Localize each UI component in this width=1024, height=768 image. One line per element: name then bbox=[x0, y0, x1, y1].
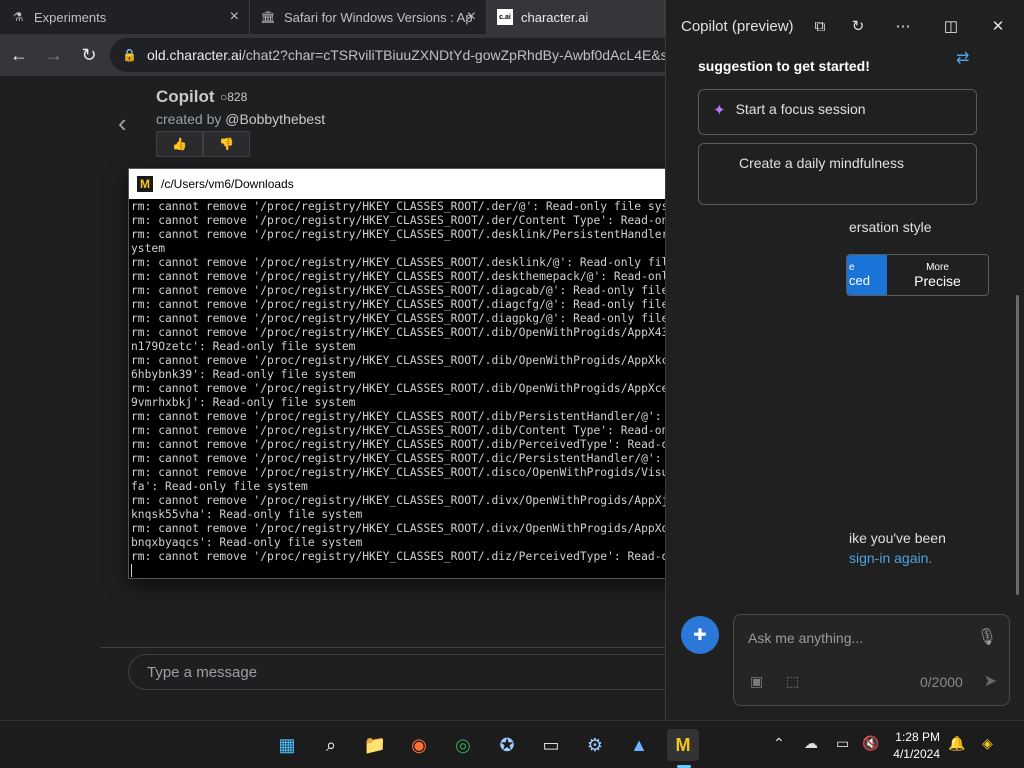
message-placeholder: Type a message bbox=[147, 663, 258, 681]
style-balanced-top: e bbox=[849, 262, 855, 273]
screenshot-icon[interactable]: ⬚ bbox=[786, 673, 799, 690]
new-topic-button[interactable]: ✚ bbox=[681, 616, 719, 654]
search-icon[interactable]: ⌕ bbox=[315, 729, 347, 761]
msys-logo-icon: M bbox=[137, 176, 153, 192]
tab-label: Safari for Windows Versions : Ap bbox=[284, 9, 473, 25]
char-count: 0/2000 bbox=[920, 674, 963, 690]
msys-icon[interactable]: M bbox=[667, 729, 699, 761]
tab-label: character.ai bbox=[521, 9, 589, 25]
copilot-scrollbar[interactable] bbox=[1016, 295, 1019, 595]
creator-name[interactable]: @Bobbythebest bbox=[225, 111, 325, 127]
chat-count: ○828 bbox=[220, 90, 247, 104]
created-by-label: created by bbox=[156, 111, 222, 127]
browser-tab-strip: ⚗ Experiments × 🏛 Safari for Windows Ver… bbox=[0, 0, 665, 34]
close-icon[interactable]: × bbox=[467, 8, 476, 26]
thumbs-down-button[interactable]: 👎 bbox=[203, 131, 250, 157]
open-external-icon[interactable]: ⧉ bbox=[808, 14, 832, 38]
archive-icon: 🏛 bbox=[260, 10, 276, 24]
copilot-panel: Copilot (preview) ⧉ ↻ ⋯ ◫ ✕ suggestion t… bbox=[665, 0, 1024, 720]
windows-start-icon[interactable]: ▦ bbox=[271, 729, 303, 761]
signin-link[interactable]: sign-in again. bbox=[849, 548, 946, 568]
volume-muted-icon[interactable]: 🔇 bbox=[862, 735, 879, 752]
image-icon[interactable]: ▣ bbox=[750, 673, 763, 690]
flask-icon: ⚗ bbox=[12, 10, 24, 24]
tab-safari-versions[interactable]: 🏛 Safari for Windows Versions : Ap × bbox=[250, 0, 487, 34]
microphone-icon[interactable]: 🎙 bbox=[977, 627, 997, 647]
copilot-title: Copilot (preview) bbox=[681, 18, 794, 35]
thumbs-up-icon: 👍 bbox=[172, 137, 187, 151]
firefox-icon[interactable]: ◉ bbox=[403, 729, 435, 761]
sync-icon[interactable]: ⇄ bbox=[956, 48, 969, 68]
style-precise-bottom: Precise bbox=[914, 272, 961, 289]
suggestion-focus-session[interactable]: ✦ Start a focus session bbox=[698, 89, 977, 135]
reload-icon[interactable]: ↻ bbox=[73, 39, 105, 71]
browser-toolbar: ← → ↻ 🔒 old.character.ai/chat2?char=cTSR… bbox=[0, 34, 670, 76]
tab-character-ai[interactable]: c.ai character.ai bbox=[487, 0, 665, 34]
creator-line: created by @Bobbythebest bbox=[156, 111, 325, 127]
close-icon[interactable]: ✕ bbox=[986, 14, 1010, 38]
terminal-icon[interactable]: ▭ bbox=[535, 729, 567, 761]
tab-label: Experiments bbox=[34, 9, 107, 25]
chat-count-value: 828 bbox=[227, 90, 248, 104]
clock-date: 4/1/2024 bbox=[893, 747, 940, 761]
copilot-input-placeholder: Ask me anything... bbox=[748, 630, 864, 646]
style-balanced-bottom: ced bbox=[849, 273, 870, 288]
close-icon[interactable]: × bbox=[230, 8, 239, 26]
signin-text: ike you've been bbox=[849, 530, 946, 546]
display-icon[interactable]: ▭ bbox=[836, 735, 849, 752]
conversation-style-selector: e ced More Precise bbox=[846, 254, 989, 296]
bot-name: Copilot bbox=[156, 87, 215, 106]
split-view-icon[interactable]: ◫ bbox=[939, 14, 963, 38]
suggestion-heading: suggestion to get started! bbox=[698, 58, 870, 74]
chevron-up-icon[interactable]: ⌃ bbox=[773, 735, 785, 752]
copilot-taskbar-icon[interactable]: ◈ bbox=[982, 735, 993, 752]
url-path: /chat2?char=cTSRviliTBiuuZXNDtYd-gowZpRh… bbox=[241, 47, 670, 63]
thumbs-down-icon: 👎 bbox=[219, 137, 234, 151]
thumbs-up-button[interactable]: 👍 bbox=[156, 131, 203, 157]
back-arrow-icon[interactable]: ← bbox=[3, 39, 35, 71]
file-explorer-icon[interactable]: 📁 bbox=[359, 729, 391, 761]
divider bbox=[100, 647, 665, 648]
sparkle-icon: ✦ bbox=[713, 102, 726, 119]
cai-icon: c.ai bbox=[497, 9, 513, 25]
message-input[interactable]: Type a message bbox=[128, 654, 668, 690]
tab-experiments[interactable]: ⚗ Experiments × bbox=[0, 0, 250, 34]
suggestion-label: Create a daily mindfulness bbox=[739, 155, 904, 171]
system-clock[interactable]: 1:28 PM 4/1/2024 bbox=[888, 729, 940, 763]
settings-icon[interactable]: ⚙ bbox=[579, 729, 611, 761]
url-host: old.character.ai bbox=[146, 47, 242, 63]
address-bar[interactable]: 🔒 old.character.ai/chat2?char=cTSRviliTB… bbox=[110, 38, 670, 72]
refresh-icon[interactable]: ↻ bbox=[846, 14, 870, 38]
photos-icon[interactable]: ▲ bbox=[623, 729, 655, 761]
safari-icon[interactable]: ✪ bbox=[491, 729, 523, 761]
clock-time: 1:28 PM bbox=[895, 730, 940, 744]
signin-notice: ike you've been sign-in again. bbox=[849, 528, 946, 568]
conversation-style-label: ersation style bbox=[849, 219, 932, 235]
cloud-offline-icon[interactable]: ☁ bbox=[804, 735, 818, 752]
copilot-input[interactable]: Ask me anything... 🎙 ▣ ⬚ 0/2000 ➤ bbox=[733, 614, 1010, 706]
style-balanced-button[interactable]: e ced bbox=[847, 255, 887, 295]
suggestion-mindfulness[interactable]: Create a daily mindfulness bbox=[698, 143, 977, 205]
style-precise-top: More bbox=[926, 261, 949, 273]
lock-icon: 🔒 bbox=[122, 48, 137, 62]
chevron-left-icon[interactable]: ‹ bbox=[118, 108, 127, 139]
notification-bell-icon[interactable]: 🔔 bbox=[948, 735, 965, 752]
terminal-title: /c/Users/vm6/Downloads bbox=[161, 177, 294, 191]
suggestion-label: Start a focus session bbox=[735, 101, 866, 117]
new-chat-icon: ✚ bbox=[693, 627, 707, 644]
send-icon[interactable]: ➤ bbox=[984, 671, 997, 691]
chrome-icon[interactable]: ◎ bbox=[447, 729, 479, 761]
taskbar: ▦ ⌕ 📁 ◉ ◎ ✪ ▭ ⚙ ▲ M ⌃ ☁ ▭ 🔇 1:28 PM 4/1/… bbox=[0, 720, 1024, 768]
forward-arrow-icon[interactable]: → bbox=[38, 39, 70, 71]
style-precise-button[interactable]: More Precise bbox=[887, 255, 988, 295]
more-options-icon[interactable]: ⋯ bbox=[891, 14, 915, 38]
